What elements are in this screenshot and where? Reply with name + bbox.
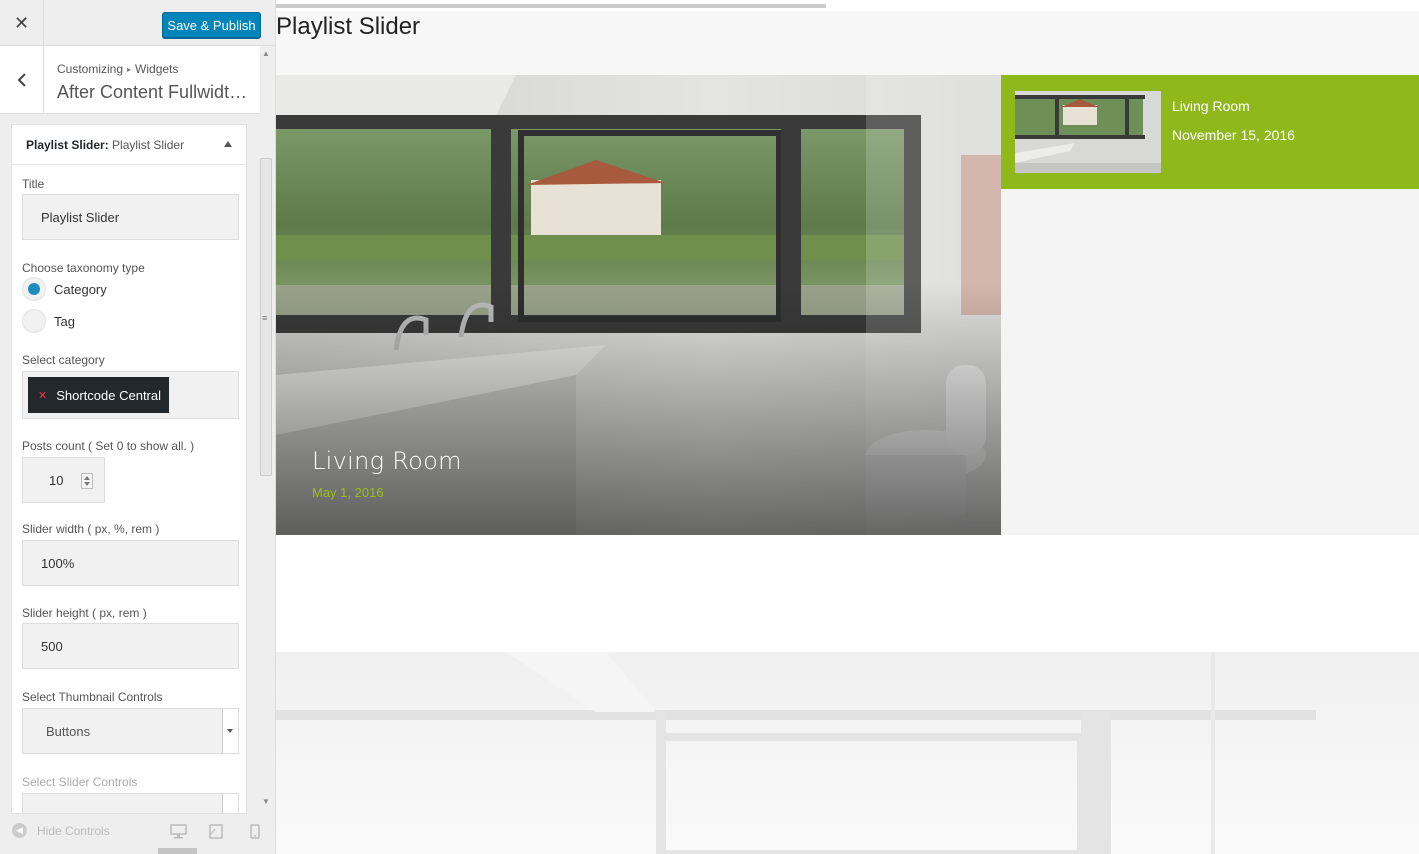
posts-count-value: 10: [49, 473, 64, 488]
widget-header[interactable]: Playlist Slider: Playlist Slider: [12, 125, 246, 165]
title-label: Title: [22, 177, 45, 191]
playlist-item[interactable]: Living Room November 15, 2016: [1001, 75, 1419, 189]
slider-controls-label: Select Slider Controls: [22, 775, 138, 789]
breadcrumb-child: Widgets: [135, 62, 179, 76]
section-header: Customizing ▸ Widgets After Content Fullwi…: [0, 46, 260, 114]
category-tag: ✕ Shortcode Central: [28, 377, 169, 413]
playlist-thumbnail[interactable]: [1015, 91, 1161, 173]
category-select[interactable]: ✕ Shortcode Central: [22, 371, 239, 419]
scroll-down-arrow-icon[interactable]: ▼: [262, 797, 270, 806]
mobile-icon[interactable]: [250, 824, 260, 839]
category-tag-label: Shortcode Central: [56, 387, 161, 403]
collapse-left-icon: ◀: [12, 823, 27, 838]
breadcrumb-parent: Customizing: [57, 62, 124, 76]
slider-width-label: Slider width ( px, %, rem ): [22, 522, 160, 536]
customizer-footer: ◀ Hide Controls: [0, 814, 275, 854]
scrollbar-grip-icon: ≡: [262, 313, 268, 323]
breadcrumb-separator-icon: ▸: [127, 65, 132, 74]
site-preview: Playlist Slider Living Room May 1, 2016 …: [276, 0, 1419, 854]
desktop-icon[interactable]: [170, 824, 187, 839]
widget-title-bar: Playlist Slider: [276, 11, 1419, 75]
back-icon[interactable]: [0, 46, 44, 114]
playlist-item-date: November 15, 2016: [1172, 127, 1295, 143]
active-device-indicator: [158, 848, 197, 854]
widget-title-type: Playlist Slider:: [26, 138, 109, 152]
category-label: Select category: [22, 353, 105, 367]
thumbnail-controls-select[interactable]: Buttons: [22, 708, 239, 754]
hide-controls-button[interactable]: ◀ Hide Controls: [12, 823, 110, 838]
posts-count-input[interactable]: 10: [22, 457, 105, 503]
slider-height-input[interactable]: 500: [22, 623, 239, 669]
close-icon[interactable]: ✕: [0, 0, 44, 46]
widget-panel: Playlist Slider: Playlist Slider Title P…: [11, 124, 247, 814]
remove-tag-icon[interactable]: ✕: [38, 389, 47, 402]
customizer-header: ✕ Save & Publish: [0, 0, 275, 46]
breadcrumb: Customizing ▸ Widgets: [57, 62, 178, 76]
posts-count-label: Posts count ( Set 0 to show all. ): [22, 439, 195, 453]
playlist: Living Room November 15, 2016: [1001, 75, 1419, 535]
main-slide[interactable]: Living Room May 1, 2016: [276, 75, 1001, 535]
loading-bar: [276, 4, 826, 8]
hide-controls-label: Hide Controls: [37, 823, 110, 838]
radio-tag-label[interactable]: Tag: [54, 314, 75, 329]
slide-title[interactable]: Living Room: [312, 447, 462, 475]
widget-title-name: Playlist Slider: [108, 138, 185, 152]
chevron-down-icon[interactable]: [222, 794, 238, 813]
scroll-up-arrow-icon[interactable]: ▲: [262, 49, 270, 58]
thumbnail-controls-value: Buttons: [46, 723, 91, 739]
thumbnail-controls-label: Select Thumbnail Controls: [22, 690, 163, 704]
faded-background-image: [276, 652, 1419, 854]
widget-heading: Playlist Slider: [276, 13, 421, 40]
number-spinner-icon[interactable]: [81, 473, 93, 489]
collapse-arrow-icon[interactable]: [224, 141, 232, 147]
radio-tag[interactable]: [22, 309, 46, 333]
playlist-item-title[interactable]: Living Room: [1172, 98, 1250, 114]
widget-title: Playlist Slider: Playlist Slider: [26, 138, 184, 152]
chevron-down-icon[interactable]: [222, 709, 238, 753]
slide-date: May 1, 2016: [312, 485, 384, 500]
taxonomy-label: Choose taxonomy type: [22, 261, 145, 275]
title-input[interactable]: Playlist Slider: [22, 194, 239, 240]
radio-category-label[interactable]: Category: [54, 282, 107, 297]
tablet-icon[interactable]: [209, 824, 223, 839]
section-title: After Content Fullwidth...: [57, 82, 252, 102]
radio-category[interactable]: [22, 277, 46, 301]
customizer-sidebar: ✕ Save & Publish Customizing ▸ Widgets Aft…: [0, 0, 276, 854]
slider-width-input[interactable]: 100%: [22, 540, 239, 586]
slider-controls-select[interactable]: [22, 793, 239, 813]
save-publish-button[interactable]: Save & Publish: [162, 12, 261, 38]
slider-height-label: Slider height ( px, rem ): [22, 606, 147, 620]
